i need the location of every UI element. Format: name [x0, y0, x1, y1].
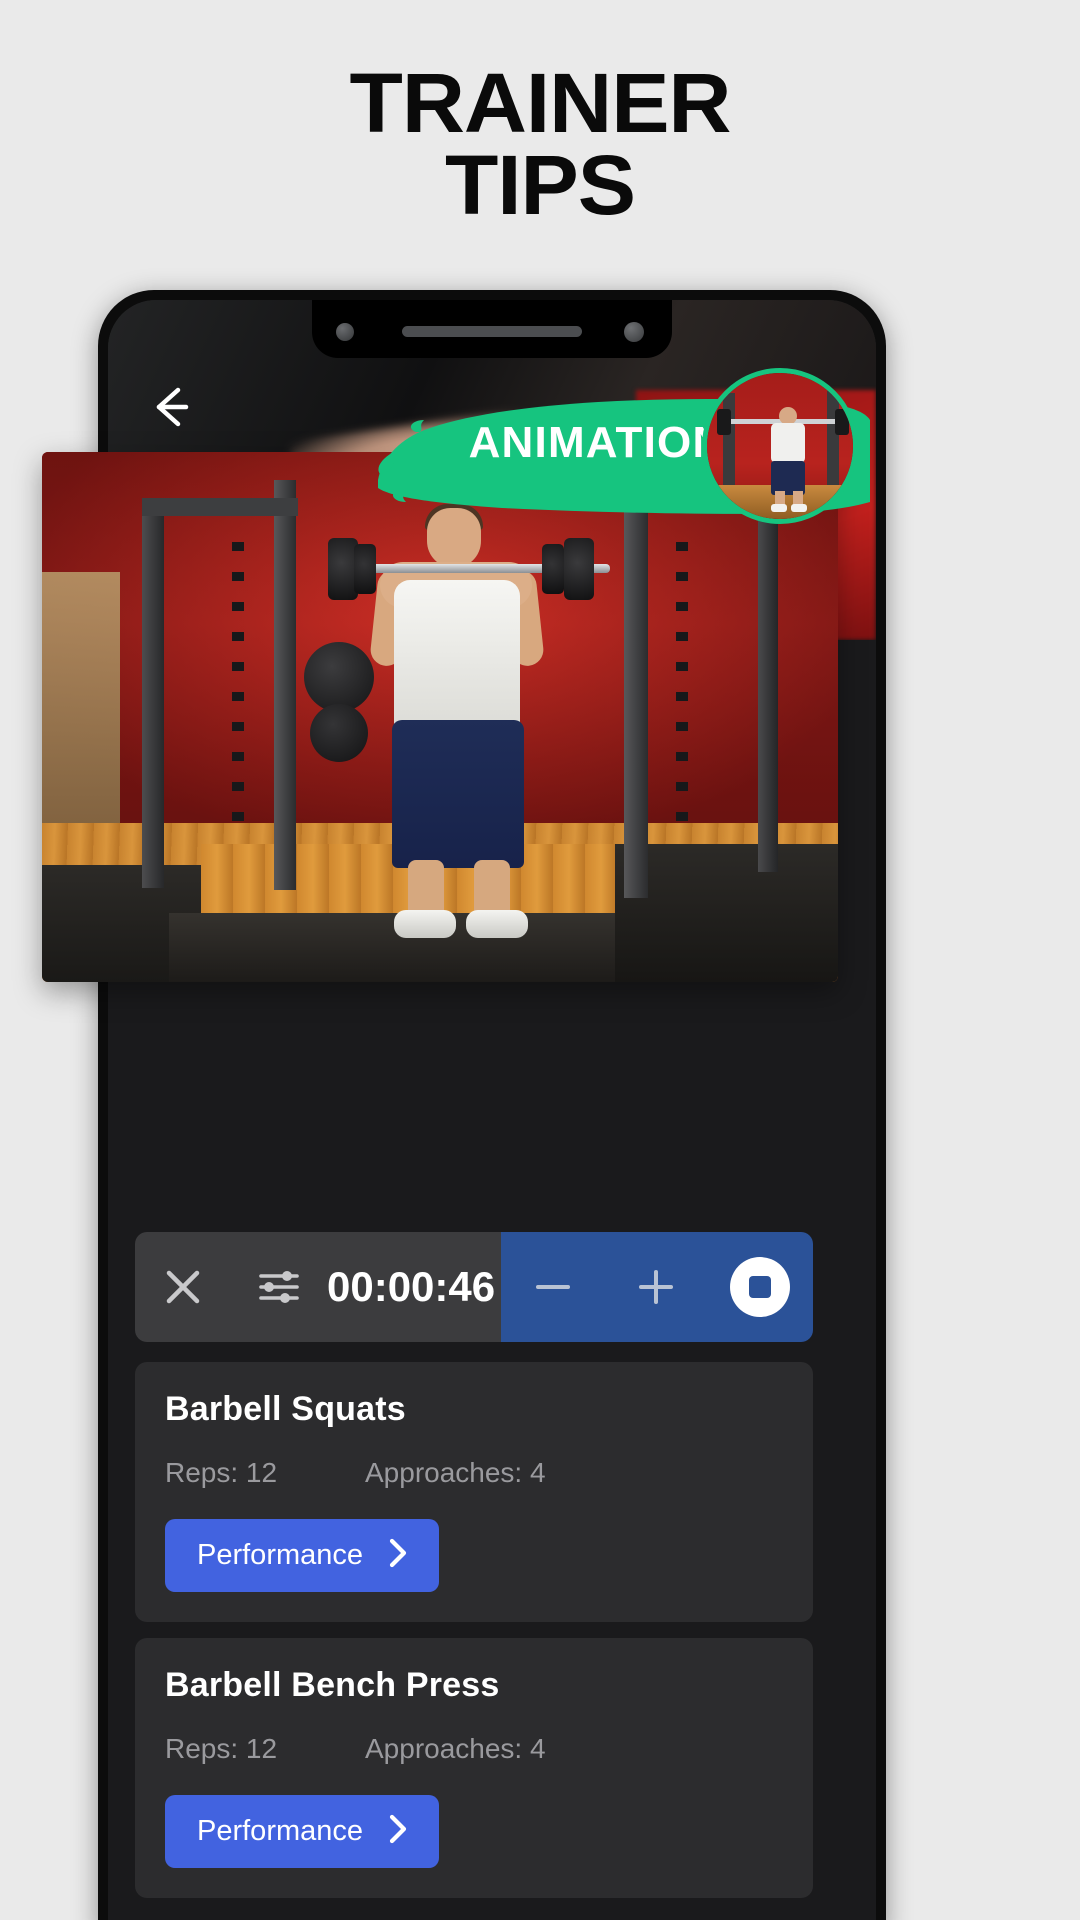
list-item[interactable]: Barbell Squats Reps: 12 Approaches: 4 Pe… [135, 1362, 813, 1622]
exercise-approaches: Approaches: 4 [365, 1457, 546, 1488]
back-arrow-icon[interactable] [142, 378, 200, 436]
photo-rack-post-1 [142, 498, 164, 888]
photo-athlete-shorts [392, 720, 524, 868]
photo-athlete-shoe-right [466, 910, 528, 938]
photo-weight-plate-stack-2 [310, 704, 368, 762]
photo-rack-holes-right [676, 542, 688, 842]
exercise-name: Barbell Bench Press [165, 1666, 500, 1704]
avatar-rack-right [827, 391, 839, 495]
photo-athlete-shirt [394, 580, 520, 730]
control-bar-left: 00:00:46 [135, 1232, 502, 1342]
exercise-demo-photo [42, 452, 838, 982]
avatar-athlete-shoe-left [771, 504, 787, 512]
avatar-athlete-torso [771, 423, 805, 463]
exercise-reps: Reps: 12 [165, 1457, 278, 1488]
avatar-athlete-shorts [771, 461, 805, 495]
performance-button-label: Performance [197, 1815, 364, 1847]
minus-icon[interactable] [508, 1232, 598, 1342]
avatar-rack-left [723, 393, 735, 493]
proximity-sensor-icon [336, 323, 354, 341]
headline-line-2: TIPS [444, 138, 636, 233]
performance-button[interactable]: Performance [165, 1519, 440, 1592]
exercise-meta: Reps: 12 Approaches: 4 [165, 1733, 783, 1765]
exercise-reps: Reps: 12 [165, 1733, 278, 1764]
workout-timer: 00:00:46 [327, 1263, 496, 1310]
close-icon[interactable] [135, 1232, 231, 1342]
photo-mat-front [169, 913, 616, 982]
photo-mat-right [615, 844, 838, 982]
animation-thumbnail-avatar [702, 368, 858, 524]
avatar-plate-right [835, 409, 849, 435]
photo-rack-post-3 [624, 478, 648, 898]
photo-barbell-plate-right-2 [542, 544, 564, 594]
photo-barbell-plate-left-2 [354, 544, 376, 594]
avatar-athlete-shoe-right [791, 504, 807, 512]
promo-screenshot-page: TRAINER TIPS 00:00:46 Barbell Squats Rep… [0, 0, 1080, 1920]
stop-icon[interactable] [714, 1232, 806, 1342]
chevron-right-icon [385, 1537, 411, 1574]
photo-weight-plate-stack-1 [304, 642, 374, 712]
plus-icon[interactable] [611, 1232, 701, 1342]
avatar-plate-left [717, 409, 731, 435]
photo-rack-crossbar-left [142, 498, 298, 516]
chevron-right-icon [385, 1813, 411, 1850]
list-item[interactable]: Barbell Bench Press Reps: 12 Approaches:… [135, 1638, 813, 1898]
stop-button-circle [730, 1257, 791, 1317]
exercise-approaches: Approaches: 4 [365, 1733, 546, 1764]
photo-rack-post-4 [758, 492, 778, 872]
headline-line-1: TRAINER [349, 56, 732, 150]
photo-rack-holes-left [232, 542, 244, 842]
photo-rack-post-2 [274, 480, 296, 890]
phone-notch [312, 300, 672, 358]
stop-button-square [749, 1276, 772, 1298]
photo-barbell-plate-right [564, 538, 594, 600]
page-title: TRAINER TIPS [0, 61, 1080, 233]
performance-button[interactable]: Performance [165, 1795, 440, 1868]
exercise-meta: Reps: 12 Approaches: 4 [165, 1457, 783, 1489]
workout-control-bar: 00:00:46 [135, 1232, 813, 1342]
animation-badge: ANIMATION [372, 362, 872, 524]
control-bar-right [501, 1232, 813, 1342]
earpiece-speaker [402, 326, 582, 337]
exercise-name: Barbell Squats [165, 1390, 406, 1428]
exercise-list: Barbell Squats Reps: 12 Approaches: 4 Pe… [135, 1362, 813, 1914]
front-camera-icon [624, 322, 644, 342]
performance-button-label: Performance [197, 1539, 364, 1571]
sliders-icon[interactable] [231, 1232, 327, 1342]
photo-athlete-shoe-left [394, 910, 456, 938]
